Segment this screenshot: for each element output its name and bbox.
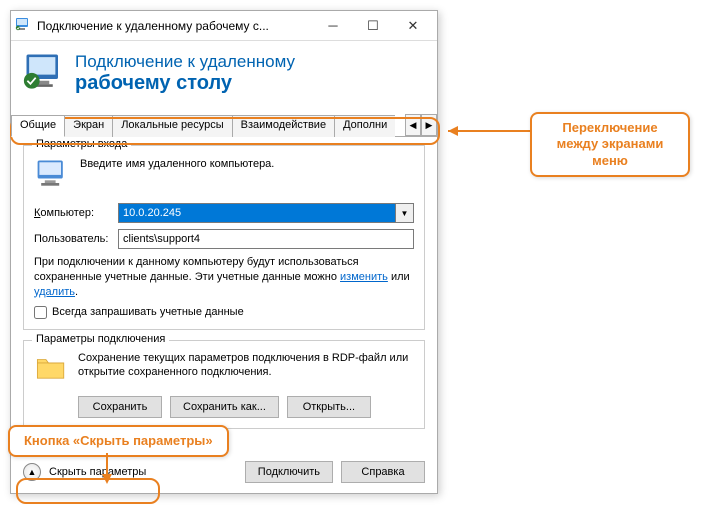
tab-advanced[interactable]: Дополни	[334, 115, 395, 137]
login-group-title: Параметры входа	[32, 138, 131, 150]
user-label: Пользователь:	[34, 233, 118, 245]
user-input[interactable]	[118, 229, 414, 249]
tab-experience[interactable]: Взаимодействие	[232, 115, 335, 137]
tabstrip: Общие Экран Локальные ресурсы Взаимодейс…	[11, 114, 437, 137]
annotation-arrow-tabs	[438, 119, 538, 149]
annotation-hide-label: Кнопка «Скрыть параметры»	[8, 425, 229, 457]
folder-icon	[34, 351, 68, 388]
annotation-tabs-label: Переключение между экранами меню	[530, 112, 690, 177]
computer-dropdown-button[interactable]: ▼	[396, 203, 414, 223]
credentials-info: При подключении к данному компьютеру буд…	[34, 255, 414, 300]
minimize-button[interactable]: ─	[313, 13, 353, 39]
tab-scroll-left-button[interactable]: ◀	[405, 114, 421, 136]
delete-credentials-link[interactable]: удалить	[34, 286, 75, 298]
connection-groupbox: Параметры подключения Сохранение текущих…	[23, 340, 425, 429]
login-prompt: Введите имя удаленного компьютера.	[80, 156, 274, 195]
tab-local-resources[interactable]: Локальные ресурсы	[112, 115, 232, 137]
connect-button[interactable]: Подключить	[245, 461, 333, 483]
computer-icon	[34, 156, 70, 195]
always-ask-checkbox[interactable]	[34, 306, 47, 319]
help-button[interactable]: Справка	[341, 461, 425, 483]
edit-credentials-link[interactable]: изменить	[340, 271, 388, 283]
always-ask-label: Всегда запрашивать учетные данные	[52, 306, 244, 318]
hide-options-link[interactable]: Скрыть параметры	[49, 466, 146, 478]
connection-text: Сохранение текущих параметров подключени…	[78, 351, 414, 388]
rdp-window: Подключение к удаленному рабочему с... ─…	[10, 10, 438, 494]
dialog-header: Подключение к удаленному рабочему столу	[11, 41, 437, 114]
titlebar[interactable]: Подключение к удаленному рабочему с... ─…	[11, 11, 437, 41]
tab-scroll-right-button[interactable]: ▶	[421, 114, 437, 136]
tab-general[interactable]: Общие	[11, 115, 65, 137]
header-line2: рабочему столу	[75, 72, 295, 94]
open-button[interactable]: Открыть...	[287, 396, 371, 418]
window-title: Подключение к удаленному рабочему с...	[37, 19, 313, 33]
login-groupbox: Параметры входа Введите имя удаленного к…	[23, 145, 425, 330]
maximize-button[interactable]: ☐	[353, 13, 393, 39]
computer-input[interactable]	[118, 203, 396, 223]
app-icon	[15, 16, 37, 35]
close-button[interactable]: ✕	[393, 13, 433, 39]
save-button[interactable]: Сохранить	[78, 396, 162, 418]
save-as-button[interactable]: Сохранить как...	[170, 396, 279, 418]
rdp-logo-icon	[23, 51, 65, 96]
connection-group-title: Параметры подключения	[32, 333, 169, 345]
collapse-options-button[interactable]: ▲	[23, 463, 41, 481]
tab-display[interactable]: Экран	[64, 115, 113, 137]
computer-label: Компьютер:	[34, 207, 118, 219]
header-line1: Подключение к удаленному	[75, 53, 295, 72]
